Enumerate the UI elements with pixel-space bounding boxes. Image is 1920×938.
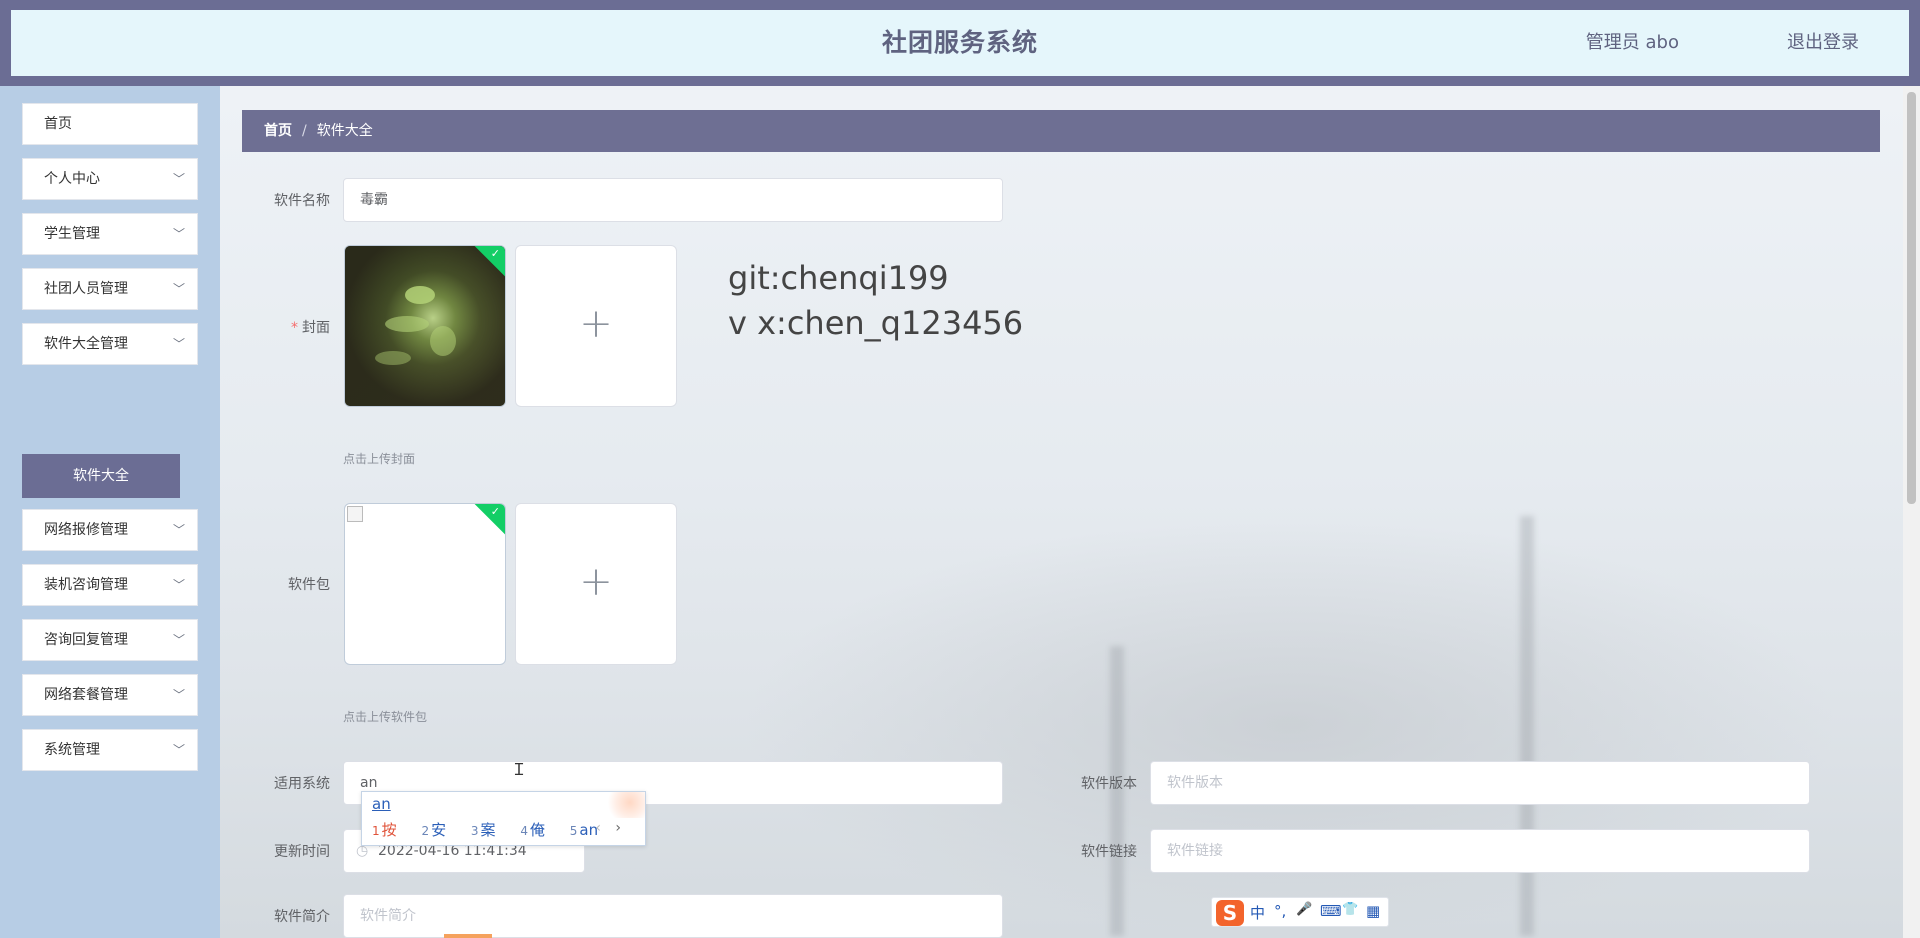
sidebar-item-label: 系统管理	[44, 742, 100, 758]
check-icon: ✓	[490, 247, 500, 260]
current-user: 管理员 abo	[1585, 32, 1679, 53]
sidebar-item-label: 学生管理	[44, 226, 100, 242]
upload-success-badge	[473, 504, 505, 536]
cover-upload-tip: 点击上传封面	[343, 452, 416, 466]
ime-candidate[interactable]: 3案	[471, 821, 506, 839]
cover-label-text: 封面	[302, 320, 330, 336]
check-icon: ✓	[490, 505, 500, 518]
ime-page-arrows: ‹ ›	[595, 820, 621, 836]
sogou-logo-icon[interactable]: S	[1216, 900, 1244, 926]
sidebar-item-label: 网络报修管理	[44, 522, 128, 538]
cover-label: * 封面	[220, 317, 330, 337]
ime-candidate[interactable]: 4俺	[520, 821, 555, 839]
version-input[interactable]: 软件版本	[1150, 761, 1810, 805]
ime-decoration	[607, 792, 645, 818]
chevron-down-icon: ﹀	[172, 743, 185, 757]
scrollbar-thumb[interactable]	[1907, 92, 1916, 504]
sidebar-item-label: 网络套餐管理	[44, 687, 128, 703]
package-upload-tip: 点击上传软件包	[343, 710, 428, 724]
link-label: 软件链接	[1081, 844, 1137, 860]
sidebar-item-club-members[interactable]: 社团人员管理 ﹀	[22, 268, 198, 310]
microphone-icon[interactable]: 🎤	[1296, 902, 1312, 917]
sidebar-item-software[interactable]: 软件大全管理 ﹀	[22, 323, 198, 365]
chevron-down-icon: ﹀	[172, 337, 185, 351]
breadcrumb-current: 软件大全	[316, 123, 373, 139]
logout-link[interactable]: 退出登录	[1787, 10, 1859, 76]
sidebar-item-system[interactable]: 系统管理 ﹀	[22, 729, 198, 771]
required-mark: *	[291, 320, 298, 336]
taskbar-indicator	[444, 934, 492, 938]
ime-candidate[interactable]: 1按	[372, 821, 407, 839]
header-bar: 社团服务系统 管理员 abo 退出登录	[11, 10, 1909, 76]
sidebar-item-label: 软件大全管理	[44, 336, 128, 352]
chevron-right-icon[interactable]: ›	[615, 820, 621, 836]
sidebar-item-network-repair[interactable]: 网络报修管理 ﹀	[22, 509, 198, 551]
chevron-down-icon: ﹀	[172, 688, 185, 702]
chevron-down-icon: ﹀	[172, 578, 185, 592]
sidebar-item-install-consult[interactable]: 装机咨询管理 ﹀	[22, 564, 198, 606]
system-label: 适用系统	[274, 776, 330, 792]
keyboard-icon[interactable]: ⌨	[1320, 902, 1342, 920]
chevron-down-icon: ﹀	[172, 282, 185, 296]
version-label: 软件版本	[1081, 776, 1137, 792]
app-header: 社团服务系统 管理员 abo 退出登录	[0, 0, 1920, 86]
intro-input[interactable]: 软件简介	[343, 894, 1003, 938]
ime-pinyin: an	[372, 795, 391, 813]
ime-candidate[interactable]: 2安	[421, 821, 456, 839]
broken-image-icon	[347, 506, 363, 522]
plus-icon: +	[579, 301, 613, 347]
skin-icon[interactable]: 👕	[1342, 902, 1358, 917]
breadcrumb-home[interactable]: 首页	[264, 123, 292, 139]
sidebar-item-personal-center[interactable]: 个人中心 ﹀	[22, 158, 198, 200]
software-name-label: 软件名称	[274, 193, 330, 209]
package-file-thumbnail[interactable]: ✓	[344, 503, 506, 665]
sidebar-item-label: 社团人员管理	[44, 281, 128, 297]
cover-image-thumbnail[interactable]: ✓	[344, 245, 506, 407]
chevron-down-icon: ﹀	[172, 172, 185, 186]
sidebar: 首页 个人中心 ﹀ 学生管理 ﹀ 社团人员管理 ﹀ 软件大全管理 ﹀ 软件大全 …	[0, 86, 220, 938]
watermark-text: git:chenqi199 v x:chen_q123456	[728, 256, 1023, 346]
sidebar-item-network-package[interactable]: 网络套餐管理 ﹀	[22, 674, 198, 716]
package-upload-button[interactable]: +	[515, 503, 677, 665]
ime-candidate-list: 1按 2安 3案 4俺 5 an	[372, 819, 618, 840]
sidebar-item-label: 装机咨询管理	[44, 577, 128, 593]
toolbox-icon[interactable]: ▦	[1366, 902, 1380, 920]
breadcrumb: 首页 / 软件大全	[242, 110, 1880, 152]
breadcrumb-separator: /	[302, 123, 307, 139]
sidebar-subitem-software-list[interactable]: 软件大全	[22, 454, 180, 498]
chevron-down-icon: ﹀	[172, 523, 185, 537]
software-name-input[interactable]: 毒霸	[343, 178, 1003, 222]
sidebar-item-label: 个人中心	[44, 171, 100, 187]
ime-candidate-popup: an 1按 2安 3案 4俺 5 an ‹ ›	[361, 791, 646, 846]
intro-label: 软件简介	[274, 909, 330, 925]
plus-icon: +	[579, 559, 613, 605]
sidebar-item-consult-reply[interactable]: 咨询回复管理 ﹀	[22, 619, 198, 661]
package-label: 软件包	[288, 577, 330, 593]
watermark-line-1: git:chenqi199	[728, 259, 949, 297]
sidebar-item-label: 首页	[44, 116, 72, 132]
punctuation-icon[interactable]: °,	[1274, 902, 1286, 920]
ime-toolbar: S 中 °, 🎤 ⌨ 👕 ▦	[1211, 897, 1389, 927]
background-image	[740, 516, 1840, 936]
cover-upload-button[interactable]: +	[515, 245, 677, 407]
chinese-mode-icon[interactable]: 中	[1250, 902, 1265, 923]
sidebar-item-home[interactable]: 首页	[22, 103, 198, 145]
watermark-line-2: v x:chen_q123456	[728, 304, 1024, 342]
link-input[interactable]: 软件链接	[1150, 829, 1810, 873]
chevron-down-icon: ﹀	[172, 633, 185, 647]
update-time-label: 更新时间	[274, 844, 330, 860]
cover-photo	[345, 246, 505, 406]
page-scrollbar[interactable]	[1903, 86, 1920, 938]
chevron-left-icon[interactable]: ‹	[595, 820, 601, 836]
sidebar-item-label: 咨询回复管理	[44, 632, 128, 648]
sidebar-item-students[interactable]: 学生管理 ﹀	[22, 213, 198, 255]
background-decoration	[1520, 516, 1534, 936]
chevron-down-icon: ﹀	[172, 227, 185, 241]
text-cursor-icon: Ｉ	[511, 760, 528, 779]
